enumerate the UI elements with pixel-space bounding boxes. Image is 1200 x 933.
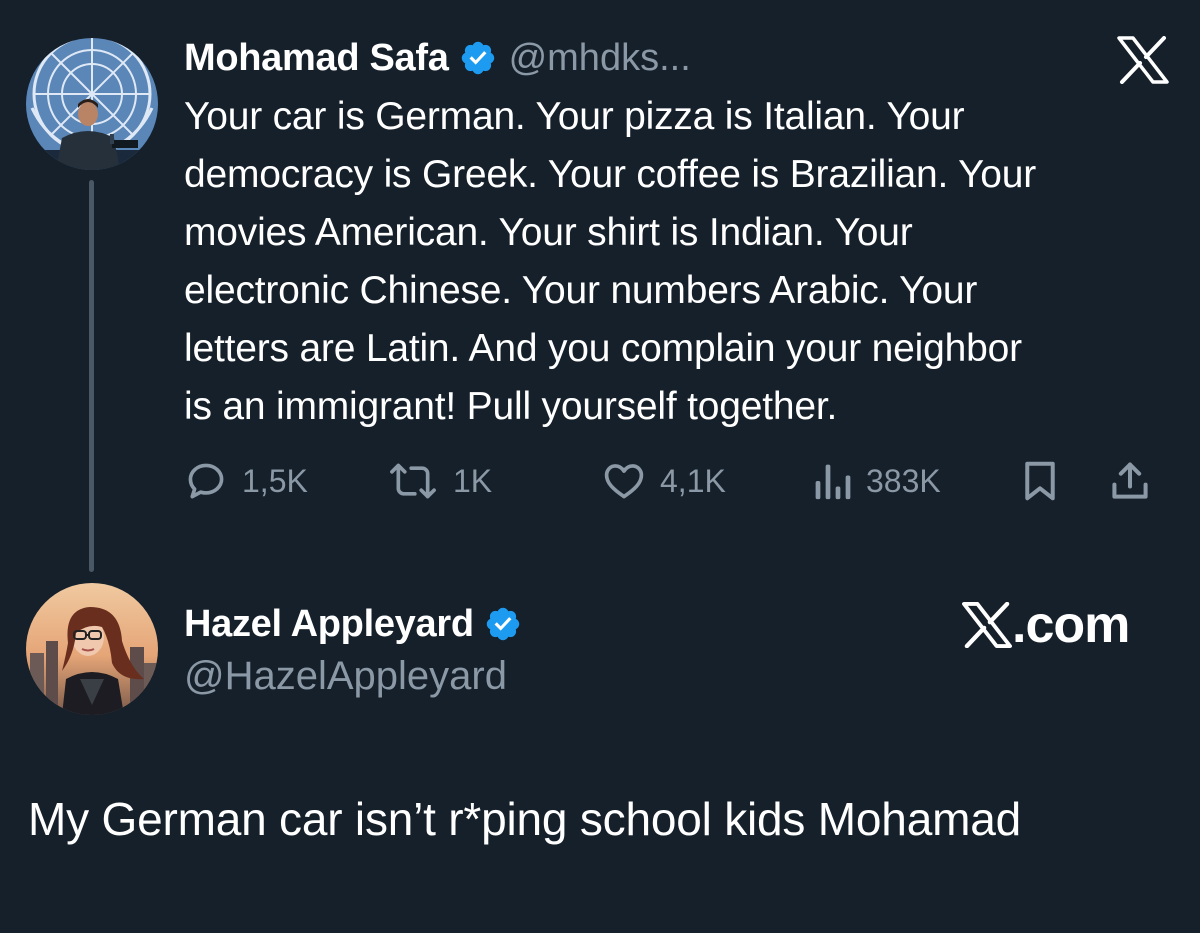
reply-author-row: Hazel Appleyard bbox=[184, 600, 522, 648]
heart-icon bbox=[604, 464, 644, 499]
reply-icon bbox=[188, 463, 224, 499]
x-com-watermark: .com bbox=[962, 595, 1130, 655]
bookmark-button[interactable] bbox=[1020, 456, 1074, 506]
screenshot: Mohamad Safa @mhdks... Your car is Germa… bbox=[0, 0, 1200, 933]
avatar-mohamad-safa[interactable] bbox=[26, 38, 158, 170]
tweet-body-text: Your car is German. Your pizza is Italia… bbox=[184, 95, 1037, 428]
tweet-author-row: Mohamad Safa @mhdks... bbox=[184, 34, 691, 82]
reply-author-display-name[interactable]: Hazel Appleyard bbox=[184, 603, 474, 646]
x-logo-icon bbox=[962, 602, 1012, 648]
author-display-name[interactable]: Mohamad Safa bbox=[184, 37, 449, 80]
x-logo-icon bbox=[1117, 36, 1169, 84]
share-icon bbox=[1112, 462, 1148, 499]
like-button[interactable]: 4,1K bbox=[602, 456, 726, 506]
like-count: 4,1K bbox=[660, 462, 726, 499]
retweet-button[interactable]: 1K bbox=[387, 456, 492, 506]
x-com-label: .com bbox=[1012, 596, 1130, 654]
bookmark-icon bbox=[1025, 461, 1055, 501]
retweet-icon bbox=[390, 463, 436, 499]
avatar-hazel-appleyard[interactable] bbox=[26, 583, 158, 715]
author-handle[interactable]: @mhdks... bbox=[509, 37, 691, 80]
verified-badge-icon bbox=[459, 39, 497, 77]
views-count: 383K bbox=[866, 462, 941, 499]
tweet-action-bar: 1,5K 1K 4,1K 383K bbox=[184, 456, 1174, 506]
thread-connector-line bbox=[89, 180, 94, 572]
verified-badge-icon bbox=[484, 605, 522, 643]
reply-button[interactable]: 1,5K bbox=[184, 456, 308, 506]
views-icon bbox=[815, 464, 851, 500]
retweet-count: 1K bbox=[453, 462, 493, 499]
reply-count: 1,5K bbox=[242, 462, 308, 499]
share-button[interactable] bbox=[1108, 456, 1166, 506]
reply-body-text: My German car isn’t r*ping school kids M… bbox=[28, 793, 1021, 845]
reply-author-handle[interactable]: @HazelAppleyard bbox=[184, 654, 507, 699]
views-button[interactable]: 383K bbox=[812, 456, 941, 506]
